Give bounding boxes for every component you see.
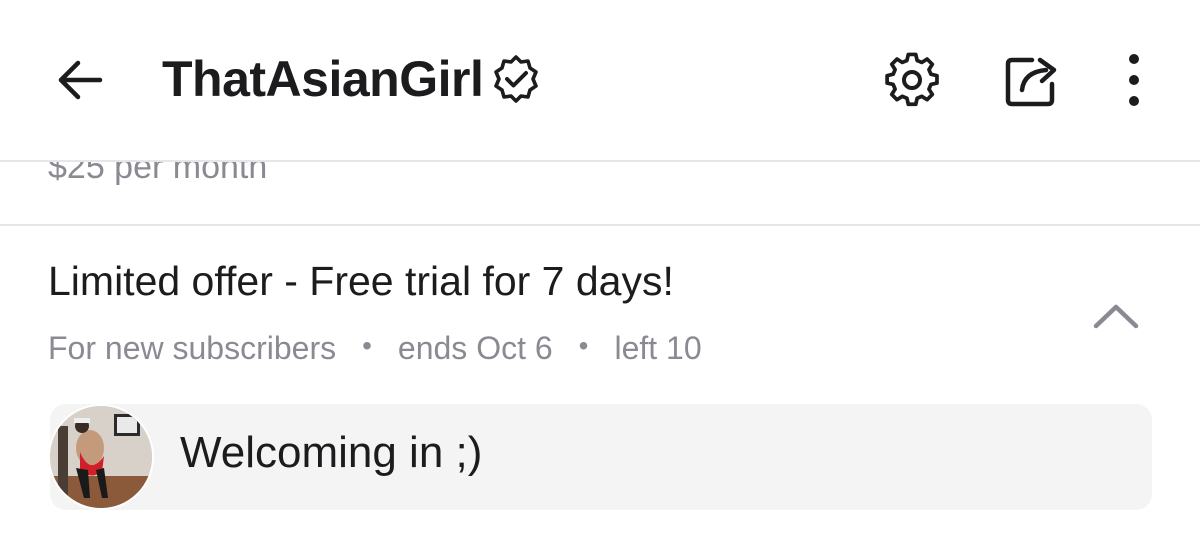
back-button[interactable] — [52, 52, 108, 108]
share-icon — [1005, 57, 1057, 107]
share-button[interactable] — [1002, 50, 1062, 110]
offer-audience: For new subscribers — [48, 330, 337, 366]
verified-badge-icon — [489, 52, 543, 106]
chevron-up-icon — [1093, 304, 1139, 329]
top-bar: ThatAsianGirl — [0, 0, 1200, 162]
avatar-photo — [50, 406, 152, 508]
more-options-button[interactable] — [1104, 50, 1164, 110]
collapse-offer-button[interactable] — [1088, 294, 1144, 338]
subscription-price-row[interactable]: $25 per month — [0, 162, 1200, 226]
avatar[interactable] — [48, 404, 154, 510]
back-arrow-icon — [58, 60, 103, 100]
page-title: ThatAsianGirl — [162, 51, 484, 107]
more-vertical-icon — [1129, 54, 1139, 106]
gear-icon — [885, 52, 939, 107]
subscription-price: $25 per month — [48, 162, 268, 186]
offer-remaining-count: left 10 — [614, 330, 702, 366]
offer-details: For new subscribers • ends Oct 6 • left … — [48, 330, 702, 367]
offer-title: Limited offer - Free trial for 7 days! — [48, 258, 674, 304]
profile-title-group: ThatAsianGirl — [162, 44, 543, 114]
offer-message-text: Welcoming in ;) — [180, 428, 483, 477]
settings-button[interactable] — [882, 50, 942, 110]
separator-dot: • — [578, 329, 589, 361]
offer-end-date: ends Oct 6 — [397, 330, 553, 366]
separator-dot: • — [362, 329, 372, 361]
